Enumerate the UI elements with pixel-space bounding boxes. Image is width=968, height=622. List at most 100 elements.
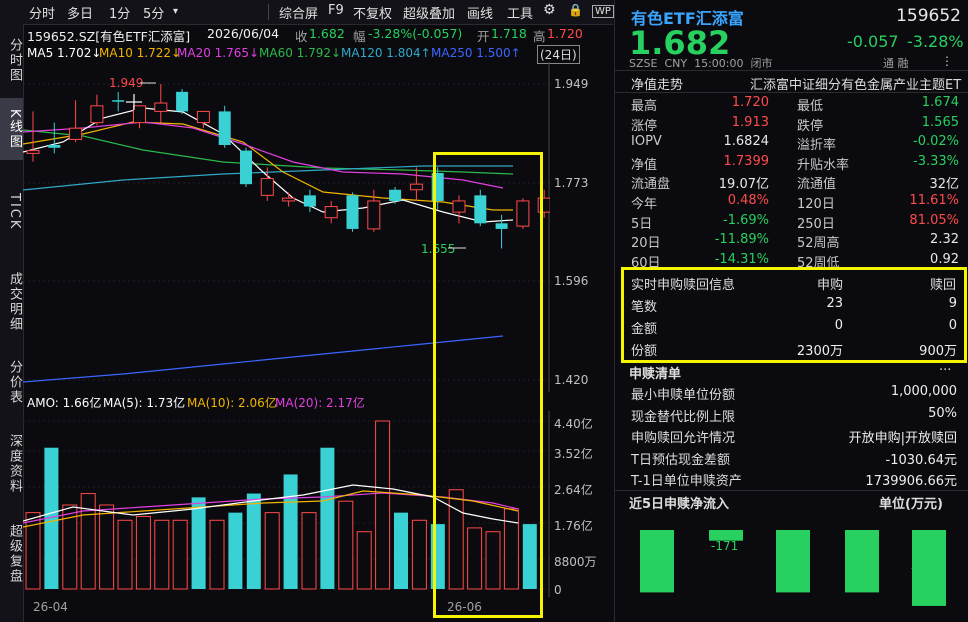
subredeem-row: 金额 0 0 — [631, 318, 957, 337]
ma60-label: MA60 1.792↓ — [259, 46, 342, 60]
candle — [176, 91, 189, 112]
volume-bar — [209, 519, 225, 590]
ma120-label: MA120 1.804↑ — [341, 46, 431, 60]
candle — [367, 200, 381, 230]
stats-row: 净值 1.7399 升贴水率 -3.33% — [631, 153, 959, 173]
volume-bar — [135, 515, 151, 590]
period-tab-multiday[interactable]: 多日 — [67, 3, 93, 22]
wp-icon[interactable]: WP — [592, 5, 614, 18]
candle — [346, 195, 359, 229]
flow-bar — [776, 530, 810, 593]
tool-f9[interactable]: F9 — [328, 3, 344, 18]
period-tab-5min[interactable]: 5分 — [143, 3, 164, 22]
list-more-icon[interactable]: ··· — [939, 363, 951, 378]
tab-kline[interactable]: K线图 — [0, 98, 23, 160]
list-row: T日预估现金差额 -1030.64元 — [631, 452, 957, 468]
period-tab-timeshare[interactable]: 分时 — [29, 3, 55, 22]
candle — [324, 206, 338, 219]
tool-draw-line[interactable]: 画线 — [467, 3, 493, 22]
volume-bar — [117, 519, 133, 590]
fund-code: 159652 — [896, 6, 961, 26]
kline-change: -3.28%(-0.057) — [368, 26, 463, 41]
volume-bar — [411, 519, 427, 590]
volume-bar — [172, 519, 188, 590]
volume-bar — [320, 447, 335, 589]
ma250-label: MA250 1.500↑ — [431, 46, 521, 60]
kline-close: 1.682 — [309, 26, 345, 41]
gear-icon[interactable]: ⚙ — [543, 2, 556, 18]
candle — [218, 111, 231, 145]
flow-unit: 单位(万元) — [879, 497, 943, 512]
price-axis: 1.949 1.773 1.596 1.420 — [554, 77, 589, 387]
fund-full-name: 汇添富中证细分有色金属产业主题ET — [750, 78, 962, 93]
price-pct: -3.28% — [907, 32, 964, 51]
list-row: 现金替代比例上限 50% — [631, 405, 957, 425]
tab-price-table[interactable]: 分价表 — [0, 352, 23, 412]
ma20-label: MA20 1.765↓ — [177, 46, 260, 60]
high-annotation: 1.949 — [109, 76, 143, 90]
candle — [196, 110, 210, 124]
ma10-label: MA10 1.722↓ — [99, 46, 182, 60]
tab-timeshare[interactable]: 分时图 — [0, 30, 23, 90]
stats-row: 流通盘 19.07亿 流通值 32亿 — [631, 177, 959, 193]
kline-date: 2026/06/04 — [207, 26, 280, 41]
tab-super-review[interactable]: 超级复盘 — [0, 514, 23, 594]
candle — [409, 183, 423, 191]
stats-row: 今年 0.48% 120日 11.61% — [631, 193, 959, 212]
volume-bar — [338, 500, 354, 590]
ma-legend: MA5 1.702↓ MA10 1.722↓ MA20 1.765↓ MA60 … — [23, 44, 613, 64]
volume-bar — [375, 420, 391, 590]
candle — [69, 127, 83, 140]
period-dropdown-icon[interactable]: ▾ — [173, 6, 178, 17]
flow-label-2: -1217 — [911, 561, 946, 575]
list-row: 申购赎回允许情况 开放申购|开放赎回 — [631, 431, 957, 446]
stats-row: 20日 -11.89% 52周高 2.32 — [631, 232, 959, 252]
nav-trend-link[interactable]: 净值走势 — [631, 74, 683, 93]
trade-tags: 通 融 — [883, 57, 909, 70]
quote-panel: 有色ETF汇添富 159652 1.682 -0.057 -3.28% SZSE… — [614, 0, 968, 622]
price-change: -0.057 — [847, 32, 899, 51]
ma5-label: MA5 1.702↓ — [27, 46, 102, 60]
volume-bar — [154, 519, 170, 590]
security-code: 159652.SZ[有色ETF汇添富] — [27, 29, 191, 44]
tab-trade-detail[interactable]: 成交明细 — [0, 262, 23, 342]
list-row: 最小申赎单位份额 1,000,000 — [631, 384, 957, 403]
stats-row: 最高 1.720 最低 1.674 — [631, 95, 959, 114]
list-row: T-1日单位申赎资产 1739906.66元 — [631, 474, 957, 489]
volume-bar — [394, 512, 408, 589]
volume-bar — [301, 512, 317, 590]
stats-row: 涨停 1.913 跌停 1.565 — [631, 114, 959, 134]
flow-bar — [845, 530, 879, 593]
more-icon[interactable]: ⋮ — [941, 54, 953, 68]
period-tab-1min[interactable]: 1分 — [109, 3, 130, 22]
volume-bar — [283, 474, 298, 589]
tab-depth-data[interactable]: 深度资料 — [0, 424, 23, 504]
candle — [389, 189, 402, 201]
candle — [133, 105, 146, 124]
flow-label-1: -171 — [711, 539, 738, 553]
candle — [154, 102, 168, 112]
flow-chart: -171 -1217 — [640, 530, 946, 606]
candle — [260, 178, 274, 196]
tab-tick[interactable]: TICK — [0, 172, 23, 252]
candle — [48, 144, 61, 148]
highlight-box-chart — [433, 152, 543, 618]
stats-row: 5日 -1.69% 250日 81.05% — [631, 212, 959, 232]
candle — [282, 197, 296, 202]
kline-high: 1.720 — [547, 26, 583, 41]
left-tab-bar: 分时图 K线图 TICK 成交明细 分价表 深度资料 超级复盘 — [0, 0, 24, 622]
kline-open: 1.718 — [491, 26, 527, 41]
volume-bar — [356, 531, 372, 590]
ma250-line — [23, 335, 504, 383]
tool-super-overlay[interactable]: 超级叠加 — [403, 3, 455, 22]
candle — [112, 100, 125, 102]
candle — [240, 150, 252, 185]
flow-title: 近5日申赎净流入 — [629, 497, 730, 512]
volume-bar — [228, 512, 243, 589]
candle — [90, 105, 104, 124]
tool-no-adjust[interactable]: 不复权 — [353, 3, 392, 22]
tool-composite-screen[interactable]: 综合屏 — [279, 3, 318, 22]
lock-icon[interactable]: 🔒 — [568, 3, 583, 17]
volume-bar — [264, 512, 280, 590]
tool-tools[interactable]: 工具 — [507, 3, 533, 22]
